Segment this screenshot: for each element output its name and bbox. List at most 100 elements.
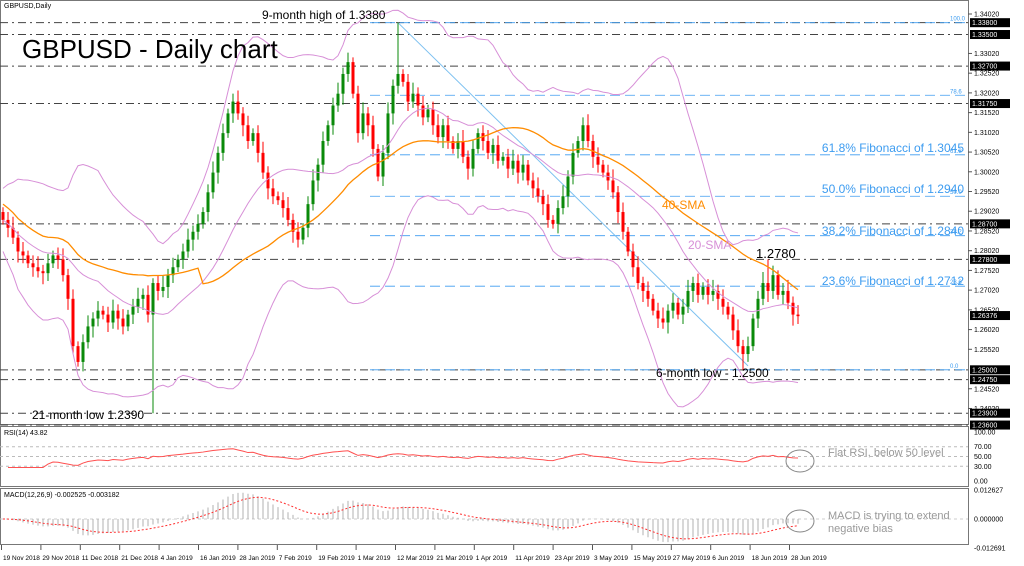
bearish-candle (641, 283, 645, 291)
bullish-candle (686, 290, 690, 307)
x-tick-label: 19 Nov 2018 (3, 555, 40, 562)
bullish-candle (771, 275, 775, 291)
bearish-candle (116, 310, 120, 319)
y-tick-label: 1.29520 (974, 189, 999, 196)
macd-signal-line (2, 496, 799, 540)
x-tick-label: 27 May 2019 (673, 555, 711, 562)
y-tick-label: 1.32520 (974, 71, 999, 78)
bearish-candle (546, 204, 550, 220)
bearish-candle (56, 255, 60, 260)
y-tick-label: 1.26020 (974, 327, 999, 334)
bullish-candle (501, 156, 505, 161)
bearish-candle (526, 164, 530, 181)
bearish-candle (616, 192, 620, 213)
rsi-highlight-circle (785, 449, 815, 473)
bearish-candle (281, 200, 285, 209)
bearish-candle (366, 113, 370, 126)
bearish-candle (496, 144, 500, 161)
bullish-candle (381, 152, 385, 177)
x-tick-label: 28 Jan 2019 (239, 555, 275, 562)
price-level-label: 1.31750 (972, 101, 997, 108)
bearish-candle (76, 346, 80, 362)
x-tick-label: 11 Apr 2019 (515, 555, 550, 562)
y-tick-label: 1.33020 (974, 51, 999, 58)
bearish-candle (516, 160, 520, 173)
bearish-candle (271, 188, 275, 197)
bearish-candle (721, 298, 725, 307)
rsi-label: RSI(14) 43.82 (4, 430, 48, 437)
bullish-candle (346, 62, 350, 74)
y-tick-label: 1.28020 (974, 248, 999, 255)
bullish-candle (191, 231, 195, 240)
x-tick-label: 21 Mar 2019 (436, 555, 473, 562)
macd-note-line1: MACD is trying to extend (828, 510, 950, 522)
bullish-candle (326, 125, 330, 142)
chart-title: GBPUSD - Daily chart (22, 34, 278, 64)
x-tick-label: 19 Feb 2019 (318, 555, 355, 562)
bearish-candle (636, 267, 640, 284)
bullish-candle (141, 294, 145, 299)
bullish-candle (761, 283, 765, 299)
bullish-candle (361, 113, 365, 134)
fib-label-618: 61.8% Fibonacci of 1.3045 (821, 141, 964, 155)
bearish-candle (766, 283, 770, 291)
bullish-candle (666, 310, 670, 323)
bearish-candle (26, 255, 30, 264)
bullish-candle (301, 227, 305, 240)
bullish-candle (86, 326, 90, 343)
x-tick-label: 3 May 2019 (594, 555, 628, 562)
bearish-candle (421, 105, 425, 118)
x-tick-label: 15 May 2019 (633, 555, 671, 562)
price-level-label: 1.27800 (972, 257, 997, 264)
bullish-candle (131, 306, 135, 315)
x-tick-label: 23 Apr 2019 (555, 555, 590, 562)
bullish-candle (321, 141, 325, 165)
bullish-candle (671, 302, 675, 311)
bearish-candle (351, 62, 355, 94)
bullish-candle (341, 73, 345, 94)
price-level-label: 1.32700 (972, 64, 997, 71)
fibonacci-ratio-label: 100.0 (950, 17, 966, 23)
bullish-candle (201, 212, 205, 224)
y-tick-label: 1.32020 (974, 90, 999, 97)
bearish-candle (41, 271, 45, 274)
bullish-candle (746, 346, 750, 355)
macd-highlight-circle (785, 509, 815, 533)
x-tick-label: 21 Dec 2018 (121, 555, 158, 562)
bullish-candle (186, 239, 190, 252)
x-tick-label: 6 Jun 2019 (712, 555, 745, 562)
bearish-candle (591, 141, 595, 157)
bearish-candle (236, 101, 240, 114)
x-tick-label: 28 Jun 2019 (791, 555, 827, 562)
y-tick-label: 1.31020 (974, 130, 999, 137)
bullish-candle (691, 283, 695, 291)
bullish-candle (751, 318, 755, 347)
bearish-candle (786, 290, 790, 303)
bearish-candle (261, 152, 265, 173)
bearish-candle (646, 290, 650, 299)
bearish-candle (66, 275, 70, 299)
rsi-tick-label: 100.00 (974, 430, 996, 437)
bearish-candle (36, 267, 40, 272)
bearish-candle (406, 81, 410, 102)
bullish-candle (216, 152, 220, 173)
bullish-candle (391, 85, 395, 114)
bearish-candle (626, 231, 630, 252)
x-tick-label: 1 Mar 2019 (358, 555, 391, 562)
bearish-candle (71, 298, 75, 347)
bearish-candle (551, 219, 555, 224)
bearish-candle (731, 314, 735, 331)
bearish-candle (416, 93, 420, 106)
rsi-tick-label: 30.00 (974, 464, 992, 471)
bullish-candle (51, 255, 55, 264)
bullish-candle (576, 141, 580, 153)
bearish-candle (726, 306, 730, 315)
bullish-candle (561, 196, 565, 209)
bearish-candle (446, 125, 450, 142)
rsi-line (8, 448, 799, 469)
annotation-level-12780: 1.2780 (756, 246, 796, 261)
annotation-20-sma: 20-SMA (688, 238, 732, 252)
bearish-candle (31, 263, 35, 268)
macd-tick-label: 0.012627 (974, 488, 1003, 495)
bearish-candle (21, 251, 25, 256)
